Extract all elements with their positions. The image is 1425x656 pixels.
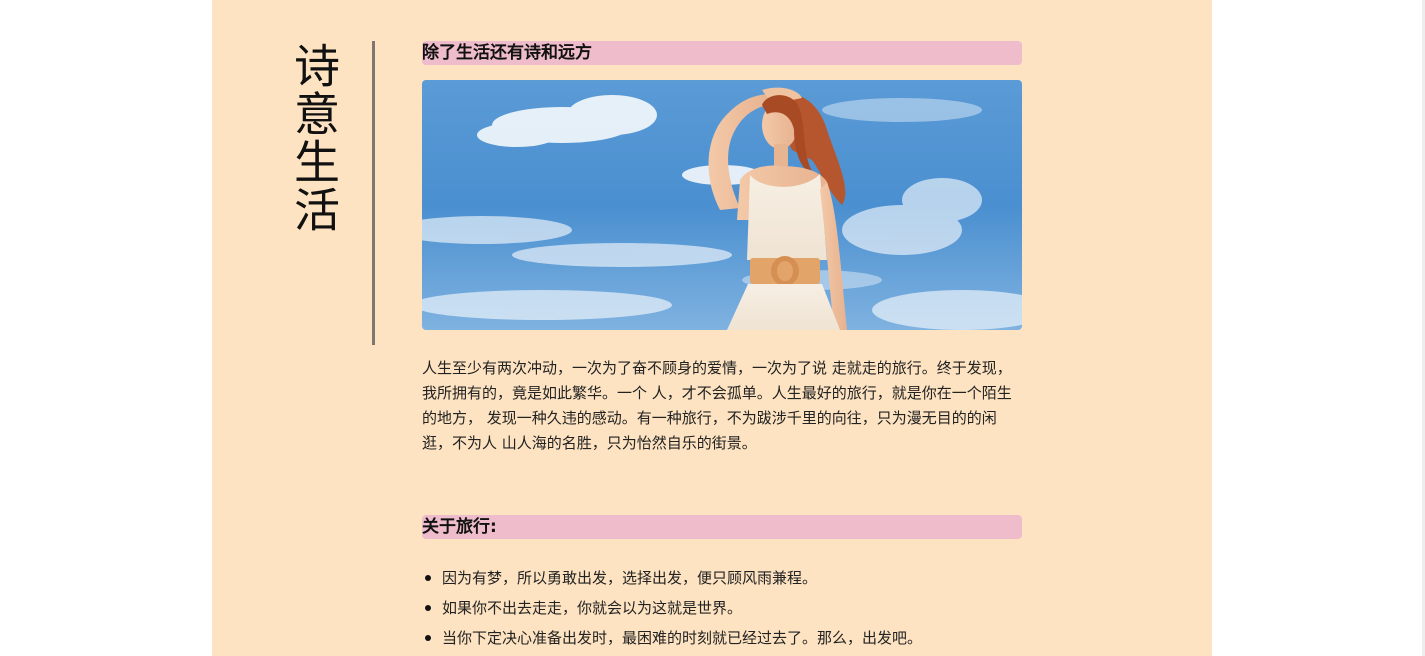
travel-quotes-list: 因为有梦，所以勇敢出发，选择出发，便只顾风雨兼程。 如果你不出去走走，你就会以为…: [422, 563, 1022, 653]
bullet-icon: [425, 575, 431, 581]
hero-photo: [422, 80, 1022, 330]
vertical-title: 诗意生活: [287, 42, 341, 234]
bullet-icon: [425, 635, 431, 641]
bullet-icon: [425, 605, 431, 611]
list-item-text: 因为有梦，所以勇敢出发，选择出发，便只顾风雨兼程。: [442, 569, 818, 587]
list-item-text: 如果你不出去走走，你就会以为这就是世界。: [442, 599, 743, 617]
list-item: 如果你不出去走走，你就会以为这就是世界。: [422, 593, 1022, 623]
hero-photo-illustration: [422, 80, 1022, 330]
list-item-text: 当你下定决心准备出发时，最困难的时刻就已经过去了。那么，出发吧。: [442, 629, 923, 647]
list-item: 当你下定决心准备出发时，最困难的时刻就已经过去了。那么，出发吧。: [422, 623, 1022, 653]
travel-paragraph: 人生至少有两次冲动，一次为了奋不顾身的爱情，一次为了说 走就走的旅行。终于发现，…: [422, 359, 1012, 452]
content-page: 诗意生活 除了生活还有诗和远方 人生至少有两次冲动，一次为了奋不顾身的爱情，一次…: [212, 0, 1212, 656]
list-item: 因为有梦，所以勇敢出发，选择出发，便只顾风雨兼程。: [422, 563, 1022, 593]
vertical-divider: [372, 41, 375, 345]
section-heading-travel: 关于旅行:: [422, 515, 1022, 539]
section-heading-poetry: 除了生活还有诗和远方: [422, 41, 1022, 65]
